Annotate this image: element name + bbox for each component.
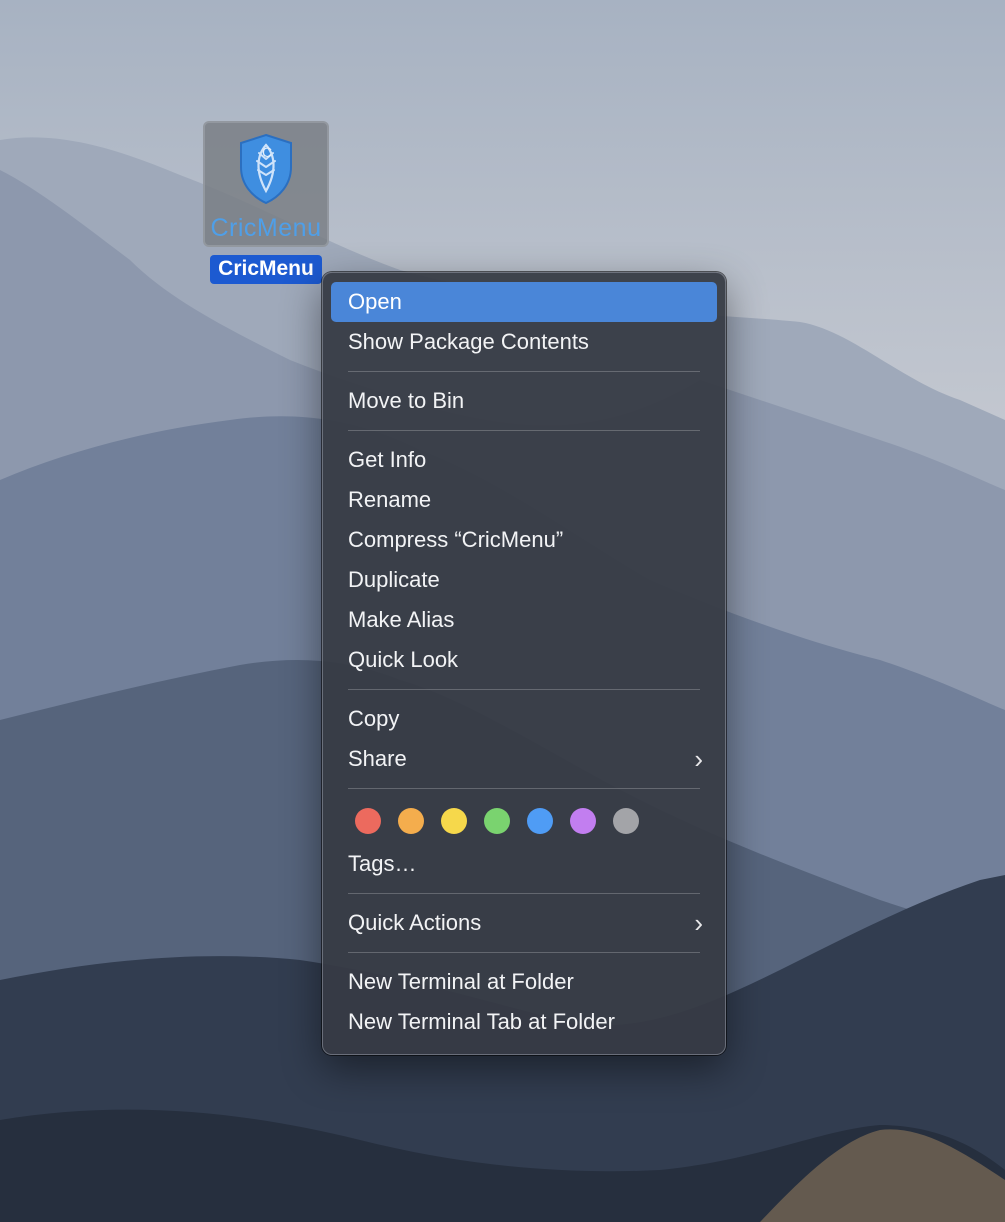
- tag-green-dot[interactable]: [484, 808, 510, 834]
- icon-wordmark: CricMenu: [210, 214, 322, 242]
- menu-item-get-info[interactable]: Get Info: [331, 440, 717, 480]
- shield-letter: C: [262, 144, 272, 160]
- menu-item-rename[interactable]: Rename: [331, 480, 717, 520]
- menu-item-share[interactable]: Share ›: [331, 739, 717, 779]
- context-menu: Open Show Package Contents Move to Bin G…: [322, 272, 726, 1055]
- menu-item-copy[interactable]: Copy: [331, 699, 717, 739]
- shield-icon: C: [240, 133, 292, 205]
- menu-item-share-label: Share: [348, 746, 407, 771]
- menu-item-compress[interactable]: Compress “CricMenu”: [331, 520, 717, 560]
- menu-item-duplicate[interactable]: Duplicate: [331, 560, 717, 600]
- menu-item-quick-actions-label: Quick Actions: [348, 910, 482, 935]
- menu-separator: [348, 788, 700, 789]
- menu-item-open[interactable]: Open: [331, 282, 717, 322]
- tag-gray-dot[interactable]: [613, 808, 639, 834]
- app-icon-tile[interactable]: C CricMenu: [203, 121, 329, 247]
- menu-item-quick-look[interactable]: Quick Look: [331, 640, 717, 680]
- chevron-right-icon: ›: [694, 908, 703, 938]
- menu-separator: [348, 371, 700, 372]
- menu-item-move-to-bin[interactable]: Move to Bin: [331, 381, 717, 421]
- menu-item-show-package-contents[interactable]: Show Package Contents: [331, 322, 717, 362]
- menu-separator: [348, 430, 700, 431]
- chevron-right-icon: ›: [694, 744, 703, 774]
- tag-red-dot[interactable]: [355, 808, 381, 834]
- desktop-item-cricmenu[interactable]: C CricMenu CricMenu: [201, 121, 331, 284]
- menu-item-quick-actions[interactable]: Quick Actions ›: [331, 903, 717, 943]
- menu-item-tags[interactable]: Tags…: [331, 844, 717, 884]
- menu-separator: [348, 689, 700, 690]
- tag-orange-dot[interactable]: [398, 808, 424, 834]
- menu-item-make-alias[interactable]: Make Alias: [331, 600, 717, 640]
- menu-item-new-terminal[interactable]: New Terminal at Folder: [331, 962, 717, 1002]
- tag-blue-dot[interactable]: [527, 808, 553, 834]
- icon-label[interactable]: CricMenu: [210, 255, 322, 284]
- tag-purple-dot[interactable]: [570, 808, 596, 834]
- tag-yellow-dot[interactable]: [441, 808, 467, 834]
- tag-color-row: [331, 798, 717, 844]
- menu-separator: [348, 952, 700, 953]
- menu-separator: [348, 893, 700, 894]
- menu-item-new-terminal-tab[interactable]: New Terminal Tab at Folder: [331, 1002, 717, 1042]
